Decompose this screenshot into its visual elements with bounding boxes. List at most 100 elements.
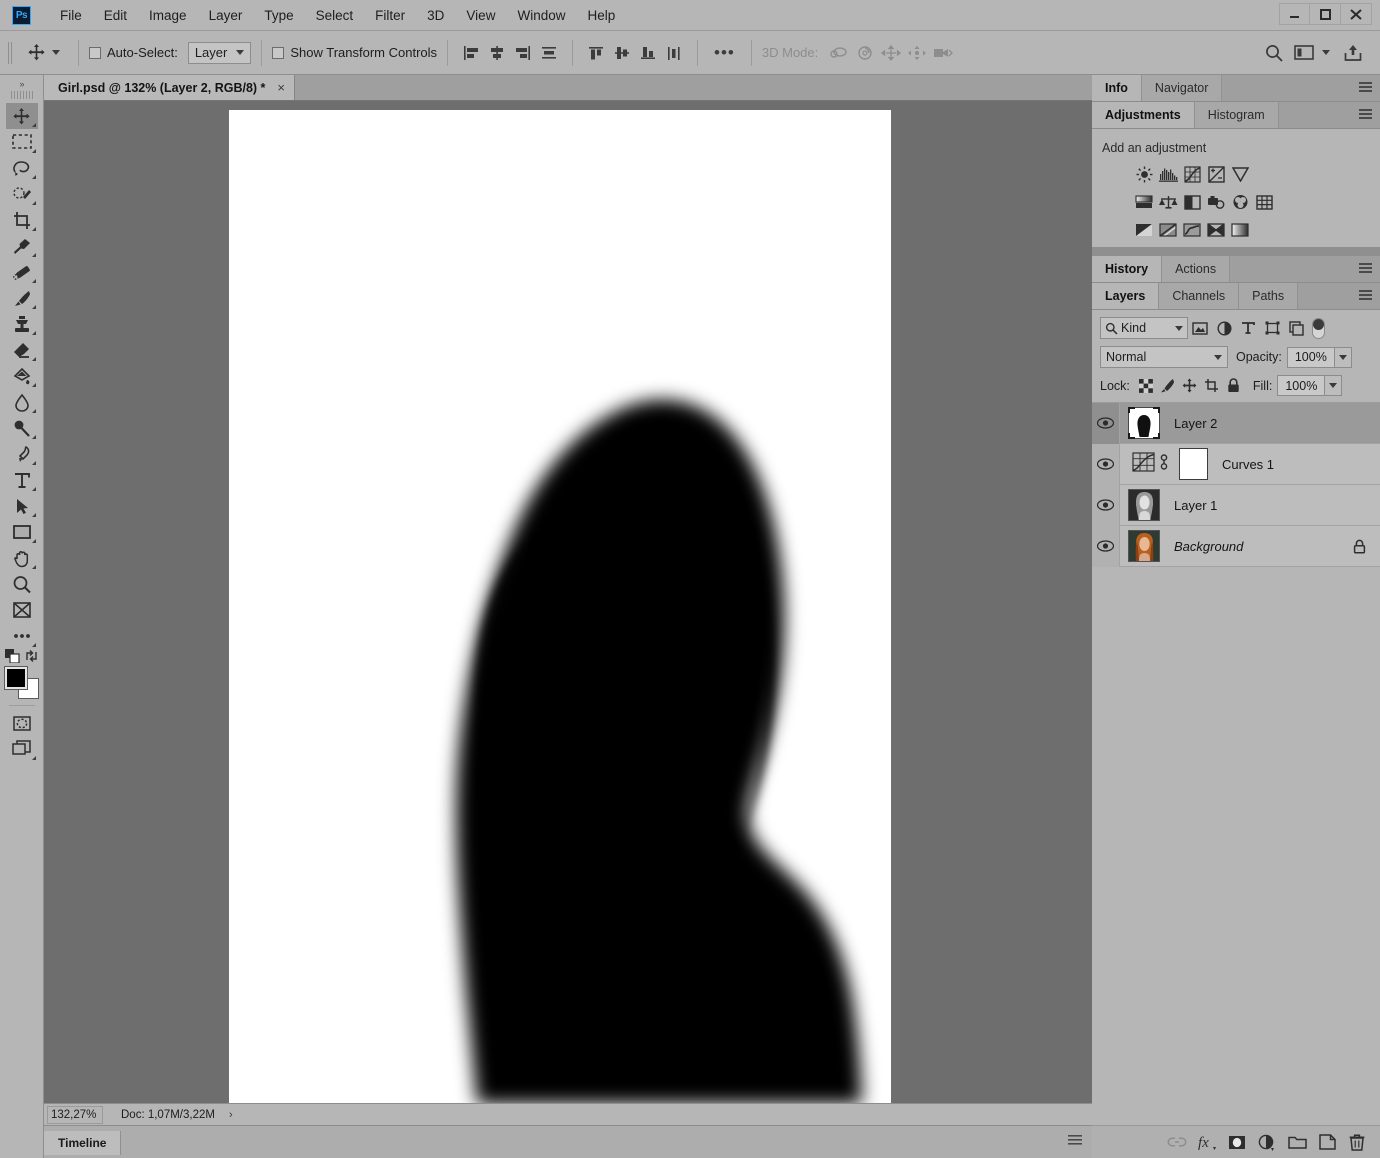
menu-layer[interactable]: Layer [198, 4, 254, 27]
layer-style-fx-icon[interactable]: fx [1192, 1129, 1222, 1155]
adjustments-panel-menu-icon[interactable] [1359, 109, 1372, 120]
quick-selection-tool[interactable] [6, 181, 38, 207]
blur-tool[interactable] [6, 389, 38, 415]
toolbar-grip[interactable] [10, 91, 33, 99]
menu-window[interactable]: Window [506, 4, 576, 27]
levels-icon[interactable] [1156, 163, 1180, 185]
gradient-map-icon[interactable] [1228, 219, 1252, 241]
auto-select-scope-dropdown[interactable]: Layer [187, 41, 252, 64]
roll-3d-icon[interactable] [852, 41, 878, 65]
menu-edit[interactable]: Edit [93, 4, 138, 27]
layer-visibility-toggle[interactable] [1092, 443, 1120, 485]
filter-shape-icon[interactable] [1260, 317, 1284, 339]
brush-tool[interactable] [6, 285, 38, 311]
link-layers-icon[interactable] [1162, 1129, 1192, 1155]
align-vertical-centers-icon[interactable] [609, 41, 635, 65]
zoom-level-input[interactable]: 132,27% [47, 1105, 103, 1124]
share-icon[interactable] [1338, 39, 1368, 67]
lock-position-icon[interactable] [1179, 376, 1201, 396]
layers-panel-menu-icon[interactable] [1359, 290, 1372, 301]
show-transform-controls-checkbox[interactable] [272, 46, 285, 59]
foreground-color-swatch[interactable] [3, 666, 28, 690]
align-horizontal-centers-icon[interactable] [484, 41, 510, 65]
lock-transparent-pixels-icon[interactable] [1135, 376, 1157, 396]
new-layer-icon[interactable] [1312, 1129, 1342, 1155]
maximize-button[interactable] [1310, 3, 1341, 25]
layer-row[interactable]: Layer 1 [1092, 484, 1380, 526]
screen-mode-button[interactable] [6, 736, 38, 762]
move-tool[interactable] [5, 103, 38, 129]
close-button[interactable] [1341, 3, 1372, 25]
align-left-edges-icon[interactable] [458, 41, 484, 65]
tab-timeline[interactable]: Timeline [44, 1131, 122, 1155]
camera-3d-icon[interactable] [930, 41, 956, 65]
add-layer-mask-icon[interactable] [1222, 1129, 1252, 1155]
eyedropper-tool[interactable] [6, 233, 38, 259]
minimize-button[interactable] [1279, 3, 1310, 25]
photo-filter-icon[interactable] [1204, 191, 1228, 213]
rectangle-tool[interactable] [6, 519, 38, 545]
exposure-icon[interactable] [1204, 163, 1228, 185]
distribute-vertically-icon[interactable] [661, 41, 687, 65]
new-adjustment-layer-icon[interactable] [1252, 1129, 1282, 1155]
layer-row[interactable]: Curves 1 [1092, 443, 1380, 485]
auto-select-checkbox[interactable] [89, 46, 101, 59]
selective-color-icon[interactable] [1204, 219, 1228, 241]
document-canvas[interactable] [229, 110, 891, 1103]
menu-type[interactable]: Type [253, 4, 304, 27]
mask-link-icon[interactable] [1159, 453, 1169, 476]
horizontal-type-tool[interactable] [6, 467, 38, 493]
lock-artboard-icon[interactable] [1201, 376, 1223, 396]
options-bar-grip[interactable] [8, 41, 14, 64]
curves-adjustment-thumbnail[interactable] [1132, 451, 1155, 477]
rectangular-marquee-tool[interactable] [6, 129, 38, 155]
filter-type-icon[interactable] [1236, 317, 1260, 339]
info-panel-menu-icon[interactable] [1359, 82, 1372, 93]
fill-stepper[interactable] [1325, 375, 1343, 396]
filter-smart-object-icon[interactable] [1284, 317, 1308, 339]
posterize-icon[interactable] [1156, 219, 1180, 241]
align-top-edges-icon[interactable] [583, 41, 609, 65]
edit-toolbar-button[interactable] [6, 597, 38, 623]
path-selection-tool[interactable] [6, 493, 38, 519]
gradient-tool[interactable] [6, 363, 38, 389]
dodge-tool[interactable] [6, 415, 38, 441]
default-colors-icon[interactable] [4, 649, 20, 663]
layer-visibility-toggle[interactable] [1092, 525, 1120, 567]
menu-view[interactable]: View [455, 4, 506, 27]
brightness-contrast-icon[interactable] [1132, 163, 1156, 185]
tab-histogram[interactable]: Histogram [1194, 102, 1279, 128]
workspace-chevron-icon[interactable] [1322, 50, 1330, 55]
menu-filter[interactable]: Filter [364, 4, 416, 27]
orbit-3d-icon[interactable] [826, 41, 852, 65]
close-icon[interactable]: × [277, 80, 285, 95]
menu-help[interactable]: Help [576, 4, 626, 27]
layer-visibility-toggle[interactable] [1092, 484, 1120, 526]
tab-history[interactable]: History [1092, 256, 1163, 282]
color-lookup-icon[interactable] [1252, 191, 1276, 213]
eraser-tool[interactable] [6, 337, 38, 363]
canvas-area[interactable]: www.yakymchuk.net [44, 101, 1092, 1103]
delete-layer-icon[interactable] [1342, 1129, 1372, 1155]
layer-visibility-toggle[interactable] [1092, 402, 1120, 444]
search-icon[interactable] [1259, 39, 1289, 67]
hue-saturation-icon[interactable] [1132, 191, 1156, 213]
invert-icon[interactable] [1132, 219, 1156, 241]
zoom-tool[interactable] [6, 571, 38, 597]
vibrance-icon[interactable] [1228, 163, 1252, 185]
layer-thumbnail[interactable] [1128, 407, 1160, 439]
quick-mask-mode-button[interactable] [6, 710, 38, 736]
align-bottom-edges-icon[interactable] [635, 41, 661, 65]
layer-row[interactable]: Layer 2 [1092, 402, 1380, 444]
layer-thumbnail[interactable] [1128, 489, 1160, 521]
pen-tool[interactable] [6, 441, 38, 467]
filter-adjustment-icon[interactable] [1212, 317, 1236, 339]
filter-pixel-icon[interactable] [1188, 317, 1212, 339]
clone-stamp-tool[interactable] [6, 311, 38, 337]
swap-colors-icon[interactable] [24, 649, 39, 663]
document-tab[interactable]: Girl.psd @ 132% (Layer 2, RGB/8) * × [44, 75, 295, 100]
new-group-icon[interactable] [1282, 1129, 1312, 1155]
layer-thumbnail[interactable] [1128, 530, 1160, 562]
blend-mode-dropdown[interactable]: Normal [1100, 346, 1228, 368]
tab-paths[interactable]: Paths [1239, 283, 1299, 309]
